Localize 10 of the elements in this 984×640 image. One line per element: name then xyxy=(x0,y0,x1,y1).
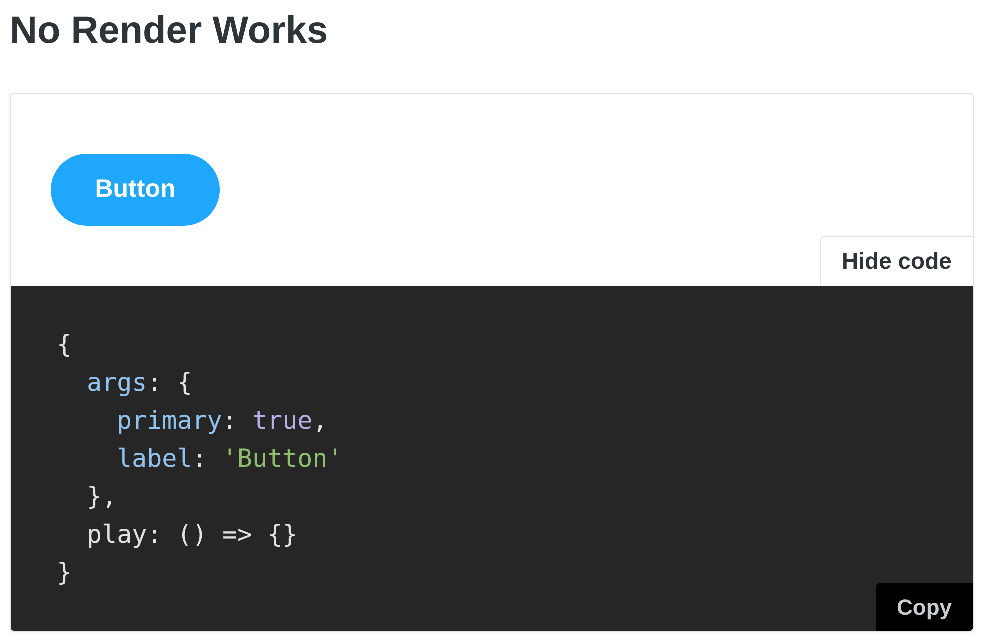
code-line: }, xyxy=(87,481,118,513)
hide-code-tab[interactable]: Hide code xyxy=(820,236,973,286)
code-line: play: () => {} xyxy=(87,519,298,551)
code-line: { xyxy=(57,329,72,361)
page-title: No Render Works xyxy=(10,9,328,54)
code-line: primary: true, xyxy=(117,405,328,437)
code-line: args: { xyxy=(87,367,192,399)
code-line: label: 'Button' xyxy=(117,443,343,475)
copy-button[interactable]: Copy xyxy=(876,583,973,631)
code-line: } xyxy=(57,557,72,589)
